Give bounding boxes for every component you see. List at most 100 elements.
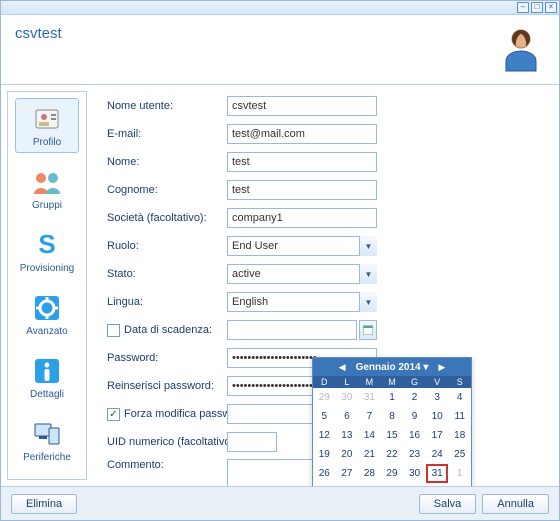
lingua-select[interactable] [227, 292, 377, 312]
calendar-day[interactable]: 8 [448, 483, 471, 486]
uid-field[interactable] [227, 432, 277, 452]
email-field[interactable] [227, 124, 377, 144]
delete-button[interactable]: Elimina [11, 494, 77, 514]
sidebar-item-progetti[interactable]: Progetti [15, 476, 79, 480]
calendar-day[interactable]: 7 [358, 407, 381, 426]
sidebar-item-profilo[interactable]: Profilo [15, 98, 79, 153]
calendar-day[interactable]: 8 [381, 407, 404, 426]
scadenza-checkbox[interactable] [107, 324, 120, 337]
nome-field[interactable] [227, 152, 377, 172]
provisioning-icon: S [31, 229, 63, 261]
sidebar-item-gruppi[interactable]: Gruppi [15, 161, 79, 216]
calendar-day[interactable]: 5 [381, 483, 404, 486]
calendar-day[interactable]: 5 [313, 407, 336, 426]
calendar-day[interactable]: 12 [313, 426, 336, 445]
uid-label: UID numerico (facoltativo): [107, 436, 247, 448]
calendar-day[interactable]: 3 [426, 388, 449, 407]
calendar-day[interactable]: 15 [381, 426, 404, 445]
calendar-header: ◀ Gennaio 2014 ▾ ▶ [313, 358, 471, 376]
save-button[interactable]: Salva [419, 494, 477, 514]
scadenza-field[interactable] [227, 320, 357, 340]
dialog-window: – □ × csvtest Profilo [0, 0, 560, 521]
calendar-day[interactable]: 23 [403, 445, 426, 464]
sidebar-item-avanzato[interactable]: Avanzato [15, 287, 79, 342]
close-button[interactable]: × [545, 2, 557, 13]
calendar-day-headers: DLMMGVS [313, 376, 471, 388]
prev-month-button[interactable]: ◀ [335, 362, 350, 373]
calendar-day[interactable]: 3 [336, 483, 359, 486]
username-field[interactable] [227, 96, 377, 116]
groups-icon [31, 166, 63, 198]
calendar-grid: 2930311234567891011121314151617181920212… [313, 388, 471, 486]
scadenza-label-text: Data di scadenza: [124, 324, 212, 336]
calendar-day[interactable]: 11 [448, 407, 471, 426]
calendar-icon[interactable] [359, 320, 377, 340]
sidebar-item-provisioning[interactable]: S Provisioning [15, 224, 79, 279]
minimize-button[interactable]: – [517, 2, 529, 13]
maximize-button[interactable]: □ [531, 2, 543, 13]
calendar-day[interactable]: 7 [426, 483, 449, 486]
ruolo-select[interactable] [227, 236, 377, 256]
profile-icon [31, 103, 63, 135]
cancel-button[interactable]: Annulla [482, 494, 549, 514]
calendar-day[interactable]: 25 [448, 445, 471, 464]
calendar-day[interactable]: 30 [403, 464, 426, 483]
calendar-day[interactable]: 19 [313, 445, 336, 464]
calendar-day[interactable]: 18 [448, 426, 471, 445]
nome-label: Nome: [107, 156, 227, 168]
calendar-day[interactable]: 17 [426, 426, 449, 445]
calendar-day[interactable]: 4 [448, 388, 471, 407]
sidebar-item-label: Avanzato [18, 326, 76, 337]
commento-label: Commento: [107, 459, 227, 471]
sidebar-item-dettagli[interactable]: Dettagli [15, 350, 79, 405]
forza-checkbox[interactable]: ✓ [107, 408, 120, 421]
cognome-field[interactable] [227, 180, 377, 200]
calendar-day[interactable]: 6 [336, 407, 359, 426]
calendar-day[interactable]: 24 [426, 445, 449, 464]
cognome-label: Cognome: [107, 184, 227, 196]
calendar-day[interactable]: 16 [403, 426, 426, 445]
calendar-day[interactable]: 29 [313, 388, 336, 407]
sidebar-item-label: Dettagli [18, 389, 76, 400]
calendar-day[interactable]: 20 [336, 445, 359, 464]
calendar-day[interactable]: 4 [358, 483, 381, 486]
calendar-day[interactable]: 31 [426, 464, 449, 483]
info-icon [31, 355, 63, 387]
calendar-day[interactable]: 1 [381, 388, 404, 407]
header: csvtest [1, 15, 559, 85]
calendar-day[interactable]: 6 [403, 483, 426, 486]
repassword-label: Reinserisci password: [107, 380, 227, 392]
calendar-title[interactable]: Gennaio 2014 ▾ [356, 362, 429, 373]
date-picker: ◀ Gennaio 2014 ▾ ▶ DLMMGVS 2930311234567… [312, 357, 472, 486]
calendar-day[interactable]: 27 [336, 464, 359, 483]
calendar-dow: V [426, 376, 449, 388]
societa-label: Società (facoltativo): [107, 212, 227, 224]
stato-select[interactable] [227, 264, 377, 284]
sidebar-item-periferiche[interactable]: Periferiche [15, 413, 79, 468]
next-month-button[interactable]: ▶ [434, 362, 449, 373]
password-label: Password: [107, 352, 227, 364]
calendar-day[interactable]: 21 [358, 445, 381, 464]
societa-field[interactable] [227, 208, 377, 228]
calendar-day[interactable]: 13 [336, 426, 359, 445]
calendar-day[interactable]: 26 [313, 464, 336, 483]
calendar-day[interactable]: 10 [426, 407, 449, 426]
scadenza-label: Data di scadenza: [107, 324, 227, 337]
calendar-day[interactable]: 2 [403, 388, 426, 407]
calendar-day[interactable]: 2 [313, 483, 336, 486]
calendar-day[interactable]: 30 [336, 388, 359, 407]
sidebar-item-label: Provisioning [18, 263, 76, 274]
calendar-day[interactable]: 31 [358, 388, 381, 407]
svg-text:S: S [38, 229, 55, 259]
calendar-day[interactable]: 22 [381, 445, 404, 464]
calendar-dow: M [381, 376, 404, 388]
calendar-day[interactable]: 29 [381, 464, 404, 483]
form-panel: Nome utente: E-mail: Nome: Cognome: Soci… [87, 85, 559, 486]
username-label: Nome utente: [107, 100, 227, 112]
sidebar-item-label: Profilo [18, 137, 76, 148]
calendar-day[interactable]: 14 [358, 426, 381, 445]
calendar-day[interactable]: 28 [358, 464, 381, 483]
calendar-day[interactable]: 1 [448, 464, 471, 483]
avatar [497, 25, 545, 73]
calendar-day[interactable]: 9 [403, 407, 426, 426]
